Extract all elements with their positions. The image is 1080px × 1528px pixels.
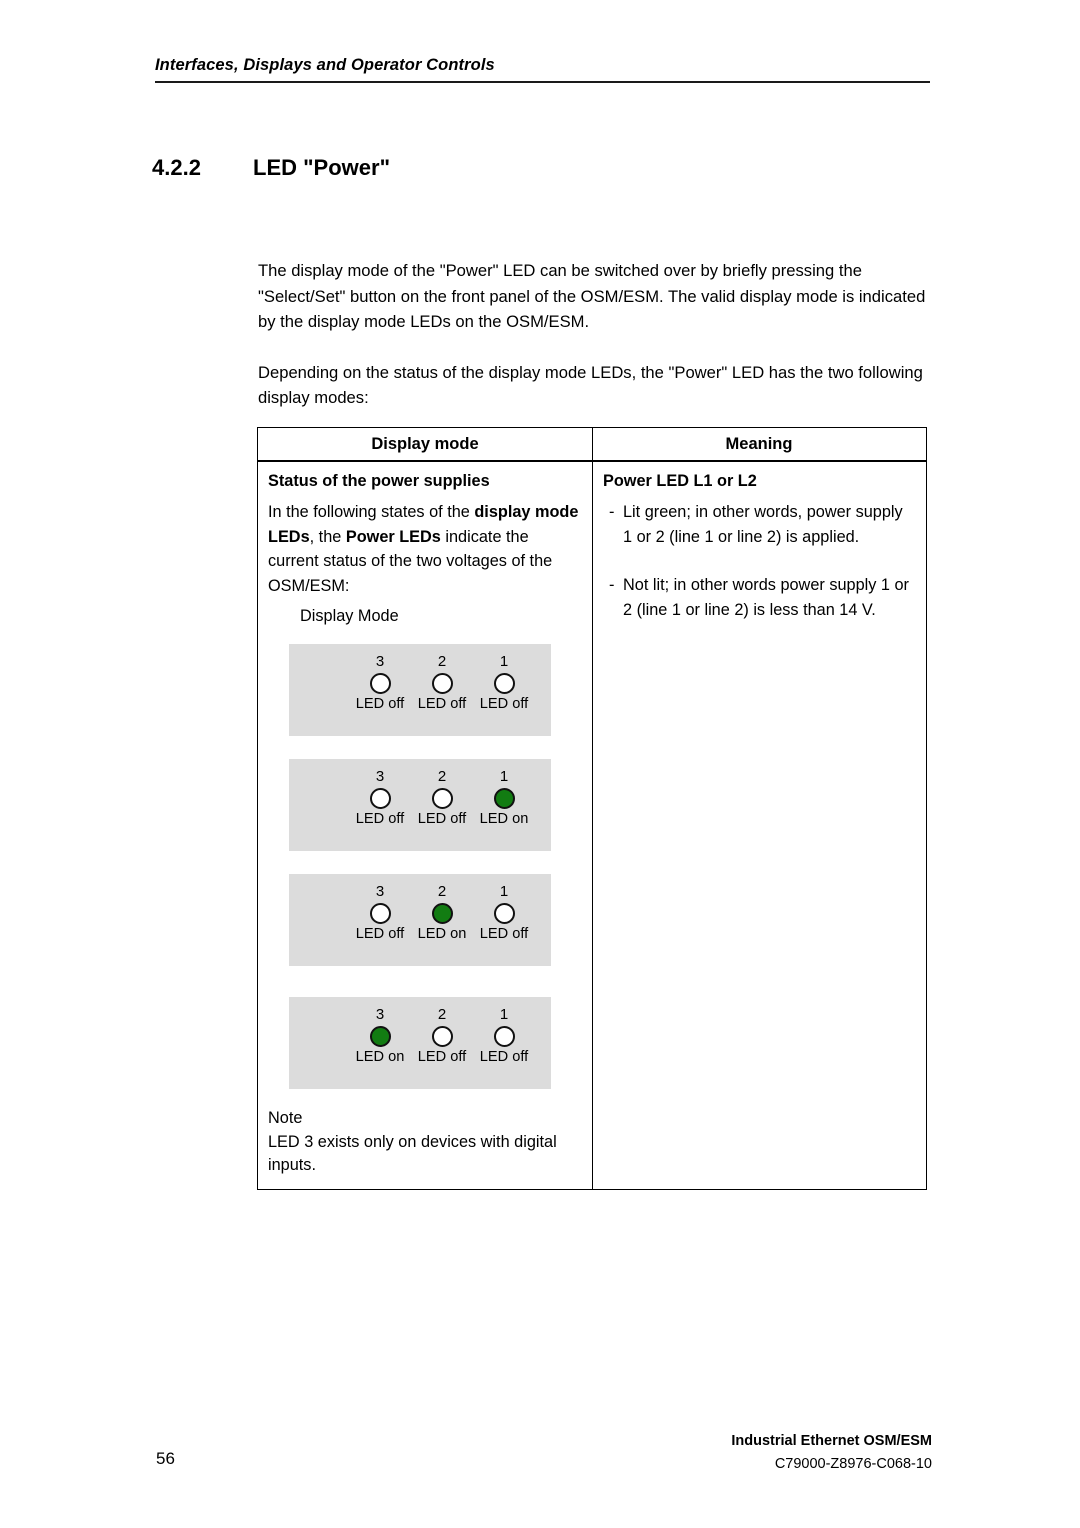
bullet-marker: - <box>609 503 615 521</box>
desc-text-1: In the following states of the <box>268 503 475 521</box>
led-panel: 3 LED on 2 LED off 1 LED off <box>289 997 551 1089</box>
led-indicator-icon <box>369 903 391 924</box>
bullet-text: Lit green; in other words, power supply … <box>623 503 903 546</box>
list-item: - Not lit; in other words power supply 1… <box>609 573 915 622</box>
led-panel: 3 LED off 2 LED on 1 LED off <box>289 874 551 966</box>
led-indicator-icon <box>493 788 515 809</box>
led-column-1: 1 LED on <box>467 768 541 828</box>
note-title: Note <box>268 1109 303 1127</box>
display-mode-table: Display mode Meaning Status of the power… <box>257 427 927 1190</box>
header-rule <box>155 81 930 83</box>
led-column-1: 1 LED off <box>467 1006 541 1066</box>
intro-paragraph-2: Depending on the status of the display m… <box>258 362 923 408</box>
led-indicator-icon <box>369 1026 391 1047</box>
led-indicator-icon <box>369 673 391 694</box>
section-number: 4.2.2 <box>152 155 201 180</box>
page-title: 4.2.2 LED "Power" <box>152 155 390 181</box>
led-column-1: 1 LED off <box>467 883 541 943</box>
table-body-row: Status of the power supplies In the foll… <box>258 462 926 1189</box>
bullet-text: Not lit; in other words power supply 1 o… <box>623 576 909 619</box>
meaning-bullet-list: - Lit green; in other words, power suppl… <box>603 500 915 622</box>
led-panel: 3 LED off 2 LED off 1 LED off <box>289 644 551 736</box>
led-indicator-icon <box>431 1026 453 1047</box>
led-column-1: 1 LED off <box>467 653 541 713</box>
note-text: LED 3 exists only on devices with digita… <box>268 1132 557 1175</box>
table-header-meaning: Meaning <box>592 428 925 460</box>
footer-product-name: Industrial Ethernet OSM/ESM <box>731 1433 932 1449</box>
led-state-label: LED off <box>479 926 529 942</box>
power-supplies-status-title: Status of the power supplies <box>268 472 490 490</box>
display-mode-label: Display Mode <box>300 607 399 625</box>
running-header-title: Interfaces, Displays and Operator Contro… <box>155 56 495 74</box>
led-number: 1 <box>499 768 509 785</box>
led-state-label: LED off <box>479 1049 529 1065</box>
led-panel-group: 3 LED off 2 LED off 1 LED off 3 LED off … <box>289 644 582 1089</box>
led-indicator-icon <box>493 1026 515 1047</box>
led-state-label: LED on <box>479 811 529 827</box>
page-number: 56 <box>156 1449 175 1468</box>
list-item: - Lit green; in other words, power suppl… <box>609 500 915 549</box>
footer-document-id: C79000-Z8976-C068-10 <box>774 1456 932 1472</box>
led-indicator-icon <box>369 788 391 809</box>
led-state-label: LED off <box>479 696 529 712</box>
led-number: 1 <box>499 883 509 900</box>
desc-text-2: , the <box>309 527 346 546</box>
running-header: Interfaces, Displays and Operator Contro… <box>155 56 930 83</box>
note-block: Note LED 3 exists only on devices with d… <box>268 1107 582 1178</box>
bullet-marker: - <box>609 576 615 594</box>
desc-bold-2: Power LEDs <box>345 527 441 546</box>
table-cell-display-mode: Status of the power supplies In the foll… <box>258 462 592 1189</box>
led-indicator-icon <box>493 673 515 694</box>
led-number: 1 <box>499 653 509 670</box>
intro-paragraph-1: The display mode of the "Power" LED can … <box>258 261 926 331</box>
led-indicator-icon <box>431 788 453 809</box>
led-indicator-icon <box>493 903 515 924</box>
table-header-display-mode: Display mode <box>371 434 479 453</box>
led-indicator-icon <box>431 673 453 694</box>
display-mode-description: In the following states of the display m… <box>268 500 582 598</box>
led-indicator-icon <box>431 903 453 924</box>
section-title: LED "Power" <box>253 155 390 180</box>
footer-document-info: Industrial Ethernet OSM/ESM C79000-Z8976… <box>731 1430 932 1476</box>
led-panel: 3 LED off 2 LED off 1 LED on <box>289 759 551 851</box>
power-led-title: Power LED L1 or L2 <box>603 472 757 490</box>
table-header-row: Display mode Meaning <box>258 428 926 462</box>
table-cell-meaning: Power LED L1 or L2 - Lit green; in other… <box>592 462 925 1189</box>
led-number: 1 <box>499 1006 509 1023</box>
intro-text: The display mode of the "Power" LED can … <box>258 258 930 411</box>
